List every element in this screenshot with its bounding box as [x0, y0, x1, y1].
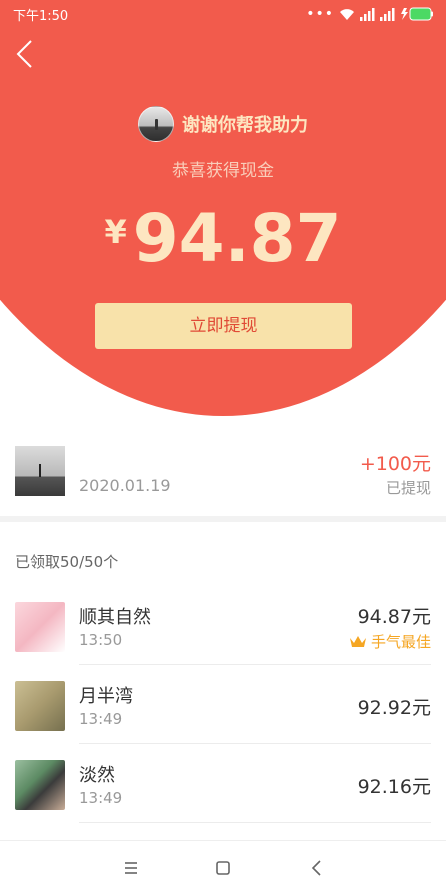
giver-avatar: [138, 106, 174, 142]
record-thumbnail: [15, 446, 65, 496]
status-icons: •••: [306, 6, 434, 22]
recipient-name: 顺其自然: [79, 607, 151, 628]
back-icon[interactable]: [306, 857, 328, 879]
received-count: 已领取50/50个: [15, 553, 119, 571]
header-section: 下午1:50 ••• 谢谢你帮我助力 恭喜获得现金 ¥94.87 立即提现: [0, 0, 446, 418]
record-date: 2020.01.19: [79, 476, 171, 495]
currency-symbol: ¥: [104, 213, 127, 251]
crown-icon: [349, 635, 366, 647]
home-square-icon[interactable]: [212, 857, 234, 879]
list-item[interactable]: 淡然 13:49 92.16元: [0, 744, 446, 823]
signal-icon: [380, 7, 395, 21]
recipient-value: 92.92元: [357, 697, 431, 719]
giver-name: 谢谢你帮我助力: [182, 115, 308, 136]
navigation-bar: [0, 840, 446, 893]
status-time: 下午1:50: [13, 9, 69, 24]
list-item[interactable]: 顺其自然 13:50 94.87元 手气最佳: [0, 586, 446, 665]
record-status: 已提现: [385, 479, 431, 497]
recipient-time: 13:49: [79, 710, 123, 728]
recipient-time: 13:50: [79, 631, 123, 649]
cash-amount: ¥94.87: [0, 200, 446, 277]
recipient-list: 顺其自然 13:50 94.87元 手气最佳 月半湾 13:49 92.92元 …: [0, 586, 446, 823]
avatar: [15, 760, 65, 810]
recipient-time: 13:49: [79, 789, 123, 807]
avatar: [15, 681, 65, 731]
best-luck-badge: 手气最佳: [349, 631, 431, 652]
recipient-value: 94.87元: [357, 606, 431, 628]
recipient-value: 92.16元: [357, 776, 431, 798]
more-dots-icon: •••: [306, 6, 334, 22]
signal-hd-icon: [360, 7, 375, 21]
amount-value: 94.87: [132, 200, 342, 277]
section-divider: [0, 516, 446, 522]
menu-icon[interactable]: [120, 857, 142, 879]
subtitle: 恭喜获得现金: [172, 161, 274, 181]
avatar: [15, 602, 65, 652]
giver-row: 谢谢你帮我助力: [0, 106, 446, 142]
battery-charging-icon: [401, 7, 433, 21]
wifi-icon: [340, 8, 354, 20]
recipient-name: 月半湾: [79, 686, 133, 707]
recipient-name: 淡然: [79, 765, 115, 786]
record-change: +100元: [359, 453, 431, 475]
status-bar: 下午1:50 •••: [0, 0, 446, 28]
chevron-left-icon[interactable]: [14, 38, 36, 70]
list-item[interactable]: 月半湾 13:49 92.92元: [0, 665, 446, 744]
withdraw-button[interactable]: 立即提现: [95, 303, 352, 349]
withdraw-record[interactable]: 2020.01.19 +100元 已提现: [0, 440, 446, 510]
row-divider: [79, 822, 431, 823]
best-luck-label: 手气最佳: [370, 633, 431, 651]
